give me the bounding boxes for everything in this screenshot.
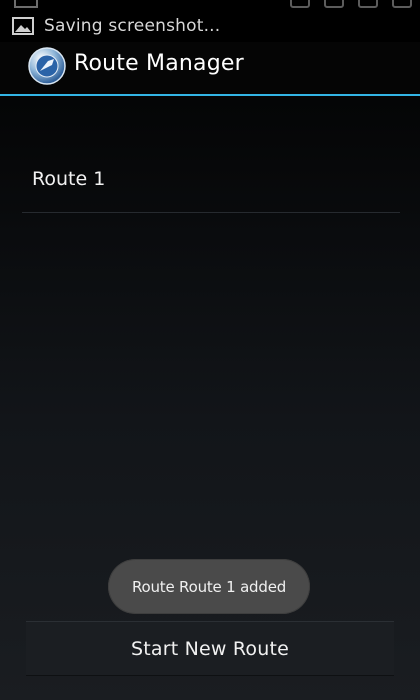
app-screen: Saving screenshot... Route Manager Route…	[0, 0, 420, 700]
ghost-gallery-icon	[14, 0, 38, 8]
picture-icon	[12, 17, 34, 35]
signal-icon	[290, 0, 310, 8]
alarm-icon	[358, 0, 378, 8]
app-icon[interactable]	[28, 47, 66, 85]
start-new-route-label: Start New Route	[130, 637, 290, 660]
notification-text: Saving screenshot...	[44, 16, 221, 36]
notification-row: Saving screenshot...	[12, 16, 220, 36]
battery-icon	[392, 0, 412, 8]
route-list-item[interactable]: Route 1	[22, 150, 400, 213]
toast-text: Route Route 1 added	[131, 577, 287, 596]
ghost-status-icons	[290, 0, 412, 8]
toast-message: Route Route 1 added	[108, 559, 310, 614]
status-bar: Saving screenshot...	[0, 0, 420, 42]
start-new-route-button[interactable]: Start New Route	[26, 621, 394, 676]
route-list: Route 1	[22, 150, 400, 213]
action-bar: Route Manager	[0, 42, 420, 96]
app-title: Route Manager	[74, 51, 244, 76]
route-label: Route 1	[32, 167, 106, 190]
sync-icon	[324, 0, 344, 8]
